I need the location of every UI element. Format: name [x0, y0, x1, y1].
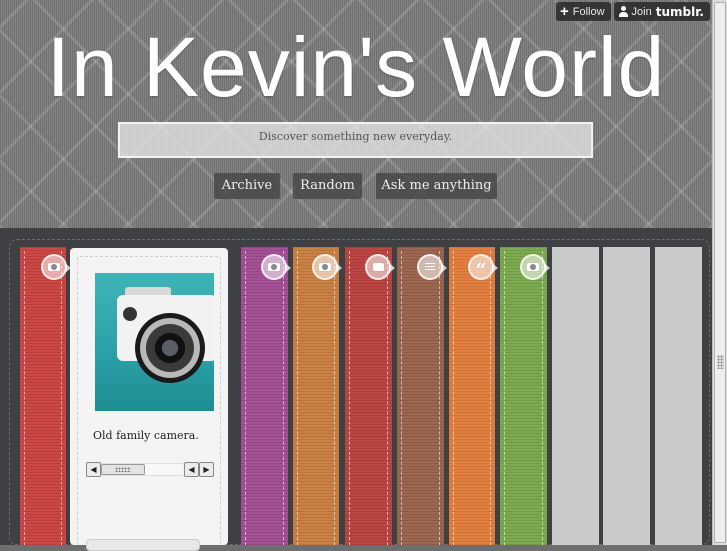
grip-icon: [717, 355, 724, 369]
follow-label: Follow: [572, 5, 605, 18]
nav-random[interactable]: Random: [293, 173, 362, 199]
post-strip[interactable]: “: [449, 247, 498, 545]
camera-photo[interactable]: [95, 273, 214, 411]
post-strip[interactable]: [500, 247, 550, 545]
stitch-line: [453, 251, 454, 545]
post-strip[interactable]: [397, 247, 447, 545]
stitch-line: [401, 251, 402, 545]
stitch-line: [24, 251, 25, 545]
nav-ask[interactable]: Ask me anything: [376, 173, 497, 199]
stitch-line: [283, 251, 284, 545]
page-scrollbar[interactable]: [712, 0, 727, 545]
post-strip[interactable]: [603, 247, 650, 545]
stitch-line: [490, 251, 491, 545]
post-strip[interactable]: [345, 247, 395, 545]
camera-icon: [520, 254, 550, 280]
post-strip[interactable]: [241, 247, 291, 545]
stitch-line: [349, 251, 350, 545]
camera-lens: [135, 313, 205, 383]
scroll-thumb[interactable]: [101, 464, 145, 475]
stitch-line: [245, 251, 246, 545]
text-icon: [417, 254, 447, 280]
post-strip[interactable]: [20, 247, 71, 545]
stitch-line: [61, 251, 62, 545]
camera-dial: [123, 307, 137, 321]
nav-archive[interactable]: Archive: [214, 173, 280, 199]
post-strip[interactable]: [293, 247, 342, 545]
stitch-line: [297, 251, 298, 545]
stitch-line: [334, 251, 335, 545]
stitch-line: [387, 251, 388, 545]
quote-icon: “: [468, 254, 498, 280]
post-caption: Old family camera.: [93, 429, 199, 442]
stitch-line: [504, 251, 505, 545]
scroll-left-icon[interactable]: ◀: [86, 462, 101, 477]
camera-icon: [41, 254, 71, 280]
video-icon: [365, 254, 395, 280]
page-scroll-thumb[interactable]: [714, 2, 726, 543]
tagline: Discover something new everyday.: [118, 122, 593, 158]
join-label: Join: [631, 5, 652, 18]
camera-icon: [261, 254, 291, 280]
scroll-track[interactable]: [101, 463, 183, 476]
stitch-line: [542, 251, 543, 545]
post-strip[interactable]: [655, 247, 702, 545]
post-strip[interactable]: [552, 247, 599, 545]
post-footer-button[interactable]: [86, 539, 200, 551]
scroll-left-icon[interactable]: ◀: [184, 462, 199, 477]
scroll-right-icon[interactable]: ▶: [199, 462, 214, 477]
stitch-line: [439, 251, 440, 545]
site-title[interactable]: In Kevin's World: [0, 17, 712, 117]
horizontal-scrollbar[interactable]: ◀ ◀ ▶: [86, 462, 214, 477]
person-icon: [618, 6, 628, 17]
camera-icon: [312, 254, 342, 280]
